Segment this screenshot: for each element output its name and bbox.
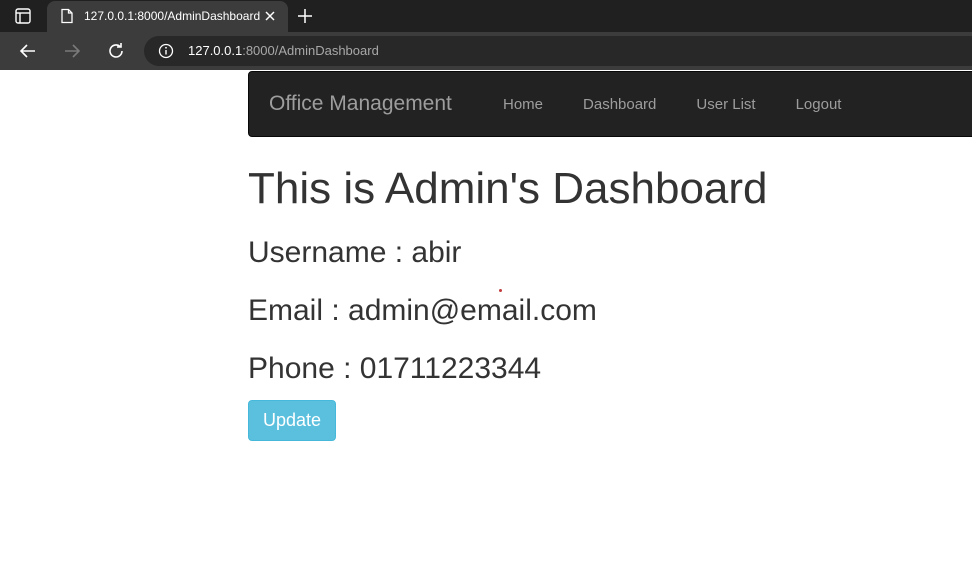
nav-link-home[interactable]: Home [483,72,563,138]
address-bar[interactable]: 127.0.0.1:8000/AdminDashboard [144,36,972,66]
nav-link-dashboard[interactable]: Dashboard [563,72,676,138]
page-title: This is Admin's Dashboard [248,164,768,213]
navbar-links: Home Dashboard User List Logout [483,72,861,138]
username-line: Username : abir [248,236,462,269]
back-icon[interactable] [17,40,39,62]
cursor-dot [499,289,502,292]
navbar-brand[interactable]: Office Management [269,92,452,116]
forward-icon[interactable] [61,40,83,62]
new-tab-icon[interactable] [295,6,315,26]
nav-link-logout[interactable]: Logout [776,72,862,138]
close-tab-icon[interactable] [262,8,278,24]
tab-actions-icon[interactable] [14,7,32,25]
email-line: Email : admin@email.com [248,294,597,327]
phone-line: Phone : 01711223344 [248,352,542,385]
reload-icon[interactable] [105,40,127,62]
site-info-icon[interactable] [158,43,174,59]
url-text[interactable]: 127.0.0.1:8000/AdminDashboard [188,43,379,58]
site-navbar: Office Management Home Dashboard User Li… [248,71,972,137]
browser-toolbar: 127.0.0.1:8000/AdminDashboard [0,32,972,70]
url-host: 127.0.0.1 [188,43,243,58]
browser-tab-active[interactable]: 127.0.0.1:8000/AdminDashboard [47,1,288,32]
url-path: :8000/AdminDashboard [242,43,379,58]
update-button[interactable]: Update [248,400,336,441]
page-icon [59,8,75,24]
browser-tabstrip: 127.0.0.1:8000/AdminDashboard [0,0,972,32]
tab-title: 127.0.0.1:8000/AdminDashboard [84,9,261,23]
nav-link-user-list[interactable]: User List [676,72,775,138]
